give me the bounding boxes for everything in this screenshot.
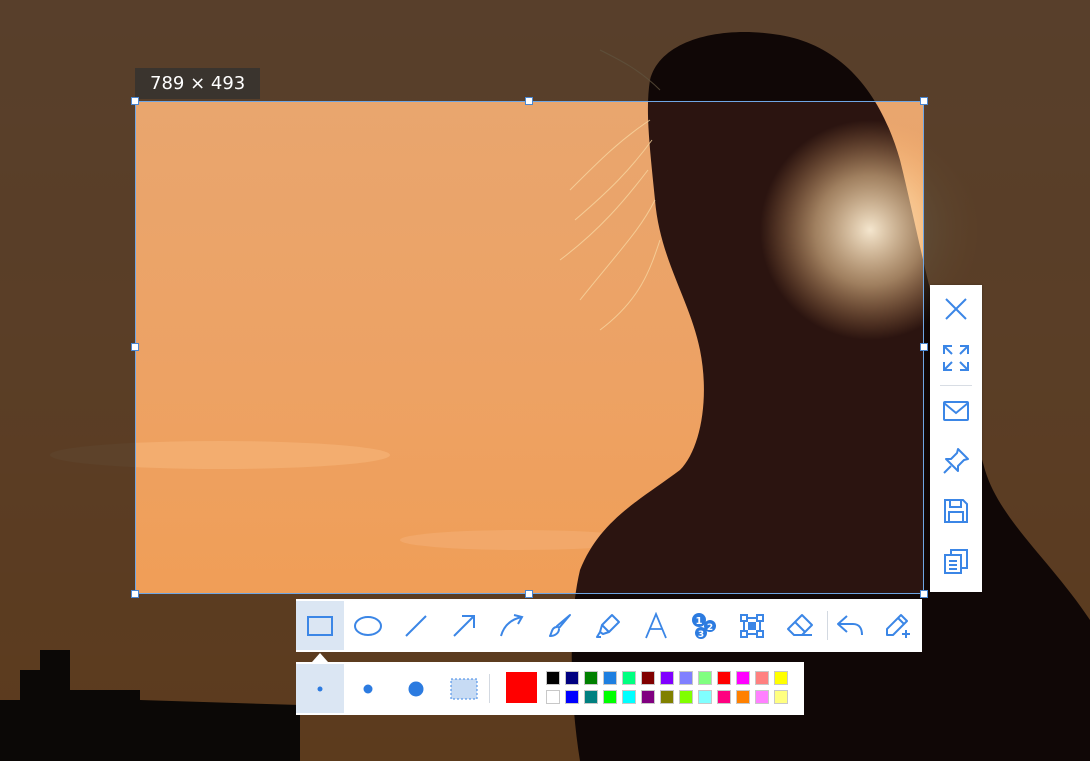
color-swatch[interactable] [622,671,636,685]
resize-handle-top-right[interactable] [920,97,928,105]
ellipse-tool[interactable] [344,601,392,650]
color-swatch[interactable] [717,690,731,704]
text-icon [643,611,669,640]
rectangle-icon [306,615,334,637]
mosaic-icon [739,613,765,639]
color-swatch[interactable] [641,671,655,685]
selection-frame[interactable] [135,101,924,594]
resize-handle-bottom[interactable] [525,590,533,598]
eraser-tool[interactable] [776,601,824,650]
fullscreen-button[interactable] [930,335,982,381]
step-digit-3: 3 [698,630,704,640]
color-swatch[interactable] [698,690,712,704]
color-swatch[interactable] [546,690,560,704]
color-swatch[interactable] [774,690,788,704]
color-swatch[interactable] [698,671,712,685]
step-digit-1: 1 [696,616,703,627]
color-swatch[interactable] [584,690,598,704]
color-swatch[interactable] [755,671,769,685]
save-button[interactable] [930,488,982,534]
undo-button[interactable] [826,601,874,650]
large-dot-icon [407,680,425,698]
color-swatch[interactable] [736,671,750,685]
color-swatch[interactable] [736,690,750,704]
small-dot-icon [315,684,325,694]
dotted-fill-icon [450,678,478,700]
copy-button[interactable] [930,538,982,584]
current-color-swatch[interactable] [506,672,537,703]
number-tool[interactable]: 1 2 3 [680,601,728,650]
highlighter-tool[interactable] [584,601,632,650]
resize-handle-top-left[interactable] [131,97,139,105]
arrow-tool[interactable] [440,601,488,650]
pen-plus-icon [884,612,912,640]
curved-arrow-tool[interactable] [488,601,536,650]
fill-style-button[interactable] [440,664,488,713]
mosaic-tool[interactable] [728,601,776,650]
pin-icon [942,447,970,475]
curved-arrow-icon [498,613,526,639]
mail-icon [942,400,970,422]
color-swatch[interactable] [679,690,693,704]
options-caret [312,653,328,662]
line-icon [403,613,429,639]
color-swatch[interactable] [717,671,731,685]
color-swatch[interactable] [755,690,769,704]
ellipse-icon [353,615,383,637]
options-separator [489,674,490,703]
side-toolbar-separator [940,385,972,386]
color-swatch[interactable] [565,690,579,704]
medium-dot-icon [361,682,375,696]
color-swatch[interactable] [679,671,693,685]
side-toolbar [930,285,982,592]
copy-icon [943,548,969,574]
line-tool[interactable] [392,601,440,650]
resize-handle-bottom-right[interactable] [920,590,928,598]
color-swatch[interactable] [565,671,579,685]
text-tool[interactable] [632,601,680,650]
highlighter-icon [595,613,621,639]
brush-icon [547,613,573,639]
email-button[interactable] [930,388,982,434]
close-button[interactable] [930,286,982,332]
color-swatch[interactable] [546,671,560,685]
color-swatch[interactable] [603,671,617,685]
expand-icon [942,344,970,372]
save-icon [943,498,969,524]
color-swatch[interactable] [641,690,655,704]
resize-handle-left[interactable] [131,343,139,351]
draw-toolbar: 1 2 3 [296,599,922,652]
step-digit-2: 2 [707,623,713,633]
rectangle-tool[interactable] [296,601,344,650]
color-swatch[interactable] [660,690,674,704]
resize-handle-bottom-left[interactable] [131,590,139,598]
color-swatch[interactable] [584,671,598,685]
pin-button[interactable] [930,438,982,484]
options-toolbar [296,662,804,715]
color-swatch[interactable] [622,690,636,704]
color-swatch[interactable] [774,671,788,685]
eraser-icon [786,613,814,639]
color-swatch[interactable] [603,690,617,704]
resize-handle-top[interactable] [525,97,533,105]
close-icon [943,296,969,322]
undo-icon [835,613,865,639]
selection-size-label: 789 × 493 [135,68,261,99]
size-medium-button[interactable] [344,664,392,713]
arrow-icon [451,613,477,639]
size-small-button[interactable] [296,664,344,713]
brush-tool[interactable] [536,601,584,650]
resize-handle-right[interactable] [920,343,928,351]
size-large-button[interactable] [392,664,440,713]
edit-finish-button[interactable] [874,601,922,650]
color-swatch[interactable] [660,671,674,685]
numbered-steps-icon: 1 2 3 [689,611,719,641]
